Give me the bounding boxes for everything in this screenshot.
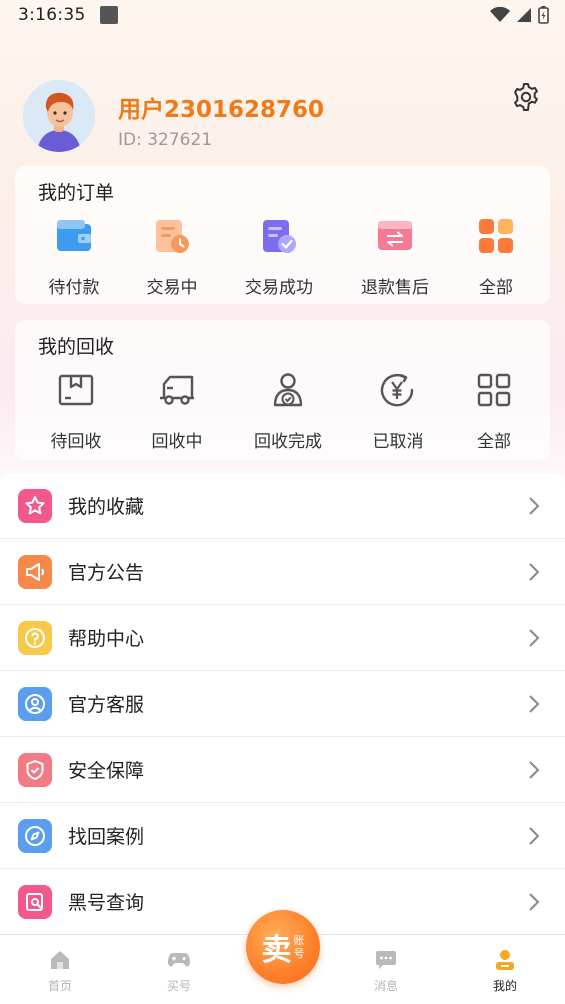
menu-item-security[interactable]: 安全保障 xyxy=(0,737,565,803)
recycle-label: 回收中 xyxy=(151,432,203,452)
nav-messages[interactable]: 消息 xyxy=(336,935,436,1004)
grid-outline-icon xyxy=(474,370,514,410)
menu-item-favorites[interactable]: 我的收藏 xyxy=(0,473,565,539)
order-label: 退款售后 xyxy=(361,278,429,298)
avatar-illustration xyxy=(23,80,95,152)
recycle-cancelled[interactable]: 已取消 xyxy=(343,370,453,454)
order-in-progress[interactable]: 交易中 xyxy=(117,216,227,300)
recycle-label: 全部 xyxy=(477,432,511,452)
orders-row: 待付款 交易中 交易成功 退款售后 全部 xyxy=(15,216,550,300)
recycle-row: 待回收 回收中 回收完成 已取消 全部 xyxy=(15,370,550,454)
wifi-icon xyxy=(490,7,510,22)
order-label: 交易中 xyxy=(146,278,198,298)
chevron-right-icon xyxy=(526,693,542,715)
recycle-all[interactable]: 全部 xyxy=(439,370,549,454)
menu-label: 找回案例 xyxy=(68,826,145,848)
chevron-right-icon xyxy=(526,561,542,583)
order-label: 全部 xyxy=(479,278,513,298)
recycle-label: 待回收 xyxy=(50,432,102,452)
menu-item-help[interactable]: 帮助中心 xyxy=(0,605,565,671)
nav-mine[interactable]: 我的 xyxy=(455,935,555,1004)
menu-label: 官方公告 xyxy=(68,562,145,584)
refund-icon xyxy=(375,216,415,256)
shield-icon xyxy=(18,752,52,787)
menu-label: 帮助中心 xyxy=(68,628,145,650)
nav-label: 买号 xyxy=(166,979,191,993)
recycle-title: 我的回收 xyxy=(38,336,115,358)
order-label: 待付款 xyxy=(48,278,100,298)
menu-item-customer-service[interactable]: 官方客服 xyxy=(0,671,565,737)
recycle-pending[interactable]: 待回收 xyxy=(21,370,131,454)
order-refund[interactable]: 退款售后 xyxy=(340,216,450,300)
menu-label: 我的收藏 xyxy=(68,496,145,518)
orders-title: 我的订单 xyxy=(38,182,115,204)
user-check-icon xyxy=(268,370,308,410)
nav-home[interactable]: 首页 xyxy=(10,935,110,1004)
nav-buy-account[interactable]: 买号 xyxy=(129,935,229,1004)
megaphone-icon xyxy=(18,554,52,589)
order-pending-payment[interactable]: 待付款 xyxy=(19,216,129,300)
status-time: 3:16:35 xyxy=(18,5,86,25)
recycle-label: 回收完成 xyxy=(254,432,322,452)
gamepad-icon xyxy=(167,949,191,971)
order-success[interactable]: 交易成功 xyxy=(224,216,334,300)
service-icon xyxy=(18,686,52,721)
avatar[interactable] xyxy=(23,80,95,152)
order-all[interactable]: 全部 xyxy=(441,216,551,300)
status-bar: 3:16:35 xyxy=(0,0,565,30)
menu-label: 官方客服 xyxy=(68,694,145,716)
wallet-icon xyxy=(54,216,94,256)
menu-item-recovery-cases[interactable]: 找回案例 xyxy=(0,803,565,869)
order-label: 交易成功 xyxy=(245,278,313,298)
recycle-done[interactable]: 回收完成 xyxy=(233,370,343,454)
compass-icon xyxy=(18,818,52,853)
search-doc-icon xyxy=(18,884,52,919)
menu-list: 我的收藏 官方公告 帮助中心 官方客服 安全保障 找回案例 黑号查询 xyxy=(0,473,565,935)
home-icon xyxy=(48,949,72,971)
recycle-in-progress[interactable]: 回收中 xyxy=(122,370,232,454)
yen-cancel-icon xyxy=(378,370,418,410)
status-icons xyxy=(490,6,549,24)
settings-button[interactable] xyxy=(509,80,543,114)
menu-label: 安全保障 xyxy=(68,760,145,782)
chevron-right-icon xyxy=(526,495,542,517)
truck-icon xyxy=(157,370,197,410)
sell-sub-text: 账 号 xyxy=(294,934,305,960)
notification-square-icon xyxy=(99,6,118,24)
sell-sub-2: 号 xyxy=(293,947,305,960)
chevron-right-icon xyxy=(526,759,542,781)
nav-label: 消息 xyxy=(373,979,398,993)
orders-card: 我的订单 待付款 交易中 交易成功 退款售后 全部 xyxy=(15,166,550,304)
username: 用户2301628760 xyxy=(118,97,325,123)
recycle-card: 我的回收 待回收 回收中 回收完成 已取消 全部 xyxy=(15,320,550,460)
profile-icon xyxy=(493,949,517,971)
grid-icon xyxy=(476,216,516,256)
chevron-right-icon xyxy=(526,825,542,847)
message-icon xyxy=(374,949,398,971)
star-icon xyxy=(18,488,52,523)
sell-account-button[interactable]: 卖 账 号 xyxy=(246,910,320,984)
nav-label: 首页 xyxy=(47,979,72,993)
sell-sub-1: 账 xyxy=(293,934,305,947)
box-icon xyxy=(56,370,96,410)
chevron-right-icon xyxy=(526,627,542,649)
signal-icon xyxy=(517,8,531,22)
order-check-icon xyxy=(259,216,299,256)
order-clock-icon xyxy=(152,216,192,256)
recycle-label: 已取消 xyxy=(372,432,424,452)
nav-label: 我的 xyxy=(492,979,517,993)
sell-main-text: 卖 xyxy=(261,933,292,968)
question-icon xyxy=(18,620,52,655)
menu-item-announcements[interactable]: 官方公告 xyxy=(0,539,565,605)
chevron-right-icon xyxy=(526,891,542,913)
gear-icon xyxy=(514,83,538,111)
menu-label: 黑号查询 xyxy=(68,892,145,914)
user-id: ID: 327621 xyxy=(118,130,213,150)
battery-icon xyxy=(538,6,549,24)
